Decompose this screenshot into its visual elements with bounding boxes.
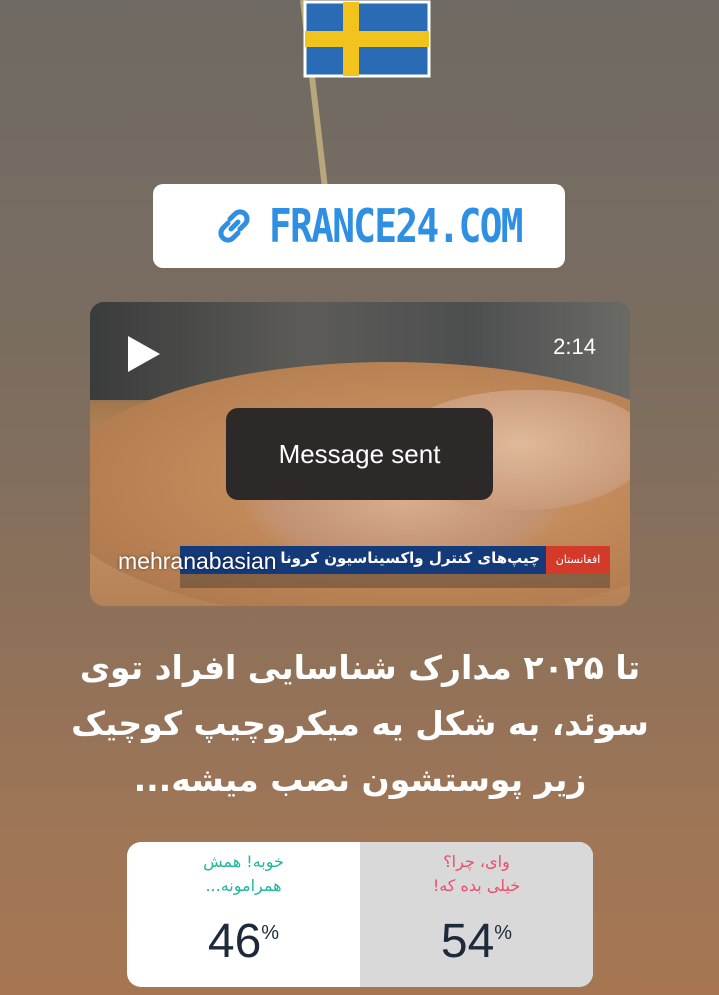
news-subbar [180,574,610,588]
story-caption: تا ۲۰۲۵ مدارک شناسایی افراد توی سوئد، به… [40,640,680,808]
video-duration: 2:14 [553,334,596,359]
sweden-flag [303,0,431,78]
poll-sticker: خوبه! همش همرامونه... 46% وای، چرا؟ خیلی… [127,842,593,987]
caption-line: سوئد، به شکل یه میکروچیپ کوچیک [71,704,649,743]
percent-value: 54 [440,915,495,968]
poll-option-label-line: وای، چرا؟ [443,852,510,871]
message-sent-toast: Message sent [226,408,493,500]
caption-line: زیر پوستشون نصب میشه... [133,760,587,799]
poll-option-label: وای، چرا؟ خیلی بده که! [360,850,593,898]
poll-option-label-line: خوبه! همش [203,852,284,871]
news-headline: چیپ‌های کنترل واکسیناسیون کرونا [280,549,540,567]
play-icon[interactable] [120,332,164,376]
link-text: FRANCE24.COM [268,199,523,253]
link-icon [211,203,257,249]
percent-sign: % [494,922,513,944]
poll-option-label-line: خیلی بده که! [432,876,521,895]
percent-value: 46 [207,915,262,968]
poll-option-label: خوبه! همش همرامونه... [127,850,360,898]
poll-option-percent: 46% [127,914,360,969]
poll-option-good[interactable]: خوبه! همش همرامونه... 46% [127,842,360,987]
percent-sign: % [261,922,280,944]
video-watermark: mehranabasian [118,548,277,574]
poll-option-bad[interactable]: وای، چرا؟ خیلی بده که! 54% [360,842,593,987]
link-sticker[interactable]: FRANCE24.COM [153,184,565,268]
caption-line: تا ۲۰۲۵ مدارک شناسایی افراد توی [79,648,641,687]
news-tag: افغانستان [546,546,610,574]
poll-option-percent: 54% [360,914,593,969]
poll-option-label-line: همرامونه... [205,876,282,895]
